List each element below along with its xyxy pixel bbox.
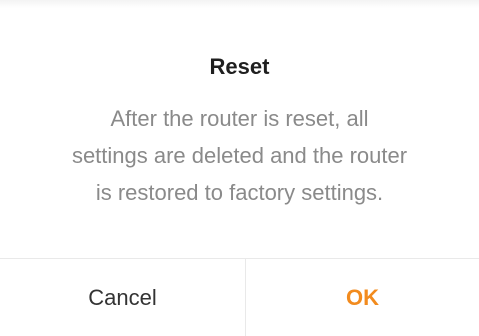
dialog-message: After the router is reset, all settings … xyxy=(30,100,449,211)
cancel-button[interactable]: Cancel xyxy=(0,259,245,336)
dialog-message-line: settings are deleted and the router xyxy=(71,143,408,168)
dialog-title: Reset xyxy=(209,54,270,79)
dialog-message-line: is restored to factory settings. xyxy=(95,180,384,205)
dialog-top-edge xyxy=(0,0,479,8)
dialog-message-line: After the router is reset, all xyxy=(110,106,369,131)
reset-dialog: Reset After the router is reset, all set… xyxy=(0,0,479,336)
ok-button[interactable]: OK xyxy=(246,259,479,336)
